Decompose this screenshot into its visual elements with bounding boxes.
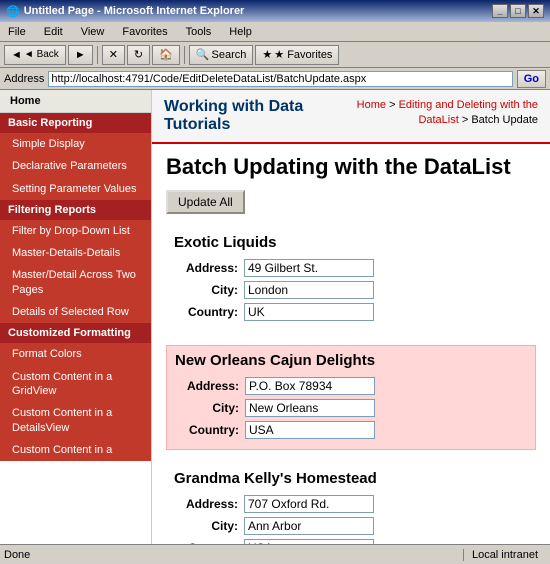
toolbar-separator-1	[97, 46, 98, 64]
city-input[interactable]	[244, 281, 374, 299]
content-area: Home Basic Reporting Simple Display Decl…	[0, 90, 550, 544]
companies-container: Exotic Liquids Address: City: Country: N…	[166, 228, 536, 544]
toolbar: ◄ ◄ Back ► ✕ ↻ 🏠 🔍 Search ★ ★ Favorites	[0, 42, 550, 68]
site-title: Working with Data Tutorials	[164, 98, 317, 134]
country-row: Country:	[175, 421, 527, 439]
city-input[interactable]	[244, 517, 374, 535]
address-input[interactable]	[244, 495, 374, 513]
breadcrumb-home[interactable]: Home	[357, 99, 386, 111]
address-label: Address:	[175, 379, 245, 393]
sidebar-home[interactable]: Home	[0, 90, 151, 113]
go-button[interactable]: Go	[517, 70, 546, 88]
address-row: Address:	[174, 495, 528, 513]
forward-button[interactable]: ►	[68, 45, 93, 65]
country-label: Country:	[174, 305, 244, 319]
menu-tools[interactable]: Tools	[182, 25, 216, 39]
address-input[interactable]	[48, 71, 512, 87]
sidebar-item-format-colors[interactable]: Format Colors	[0, 343, 151, 365]
window-controls[interactable]: _ □ ✕	[492, 4, 544, 18]
breadcrumb-separator-1: >	[389, 99, 398, 111]
company-section: Grandma Kelly's Homestead Address: City:…	[166, 464, 536, 544]
city-row: City:	[174, 517, 528, 535]
company-name: New Orleans Cajun Delights	[175, 352, 527, 369]
country-input[interactable]	[244, 539, 374, 544]
close-button[interactable]: ✕	[528, 4, 544, 18]
country-label: Country:	[174, 541, 244, 544]
address-row: Address:	[175, 377, 527, 395]
menu-edit[interactable]: Edit	[40, 25, 67, 39]
address-label: Address	[4, 73, 44, 85]
menu-file[interactable]: File	[4, 25, 30, 39]
maximize-button[interactable]: □	[510, 4, 526, 18]
sidebar-item-filter-dropdown[interactable]: Filter by Drop-Down List	[0, 220, 151, 242]
refresh-button[interactable]: ↻	[127, 45, 150, 65]
home-button[interactable]: 🏠	[152, 45, 180, 65]
company-section: New Orleans Cajun Delights Address: City…	[166, 345, 536, 450]
city-label: City:	[174, 519, 244, 533]
menu-view[interactable]: View	[77, 25, 109, 39]
country-input[interactable]	[244, 303, 374, 321]
menu-help[interactable]: Help	[225, 25, 256, 39]
country-row: Country:	[174, 303, 528, 321]
address-label: Address:	[174, 497, 244, 511]
toolbar-separator-2	[184, 46, 185, 64]
page-title: Batch Updating with the DataList	[166, 154, 536, 180]
city-label: City:	[174, 283, 244, 297]
page-body: Batch Updating with the DataList Update …	[152, 144, 550, 544]
country-row: Country:	[174, 539, 528, 544]
city-label: City:	[175, 401, 245, 415]
breadcrumb: Home > Editing and Deleting with the Dat…	[317, 98, 538, 129]
sidebar-section-basic-reporting: Basic Reporting	[0, 113, 151, 133]
search-icon: 🔍	[196, 48, 210, 61]
update-all-button[interactable]: Update All	[166, 190, 245, 214]
favorites-icon: ★	[262, 48, 272, 61]
company-name: Grandma Kelly's Homestead	[174, 470, 528, 487]
country-label: Country:	[175, 423, 245, 437]
sidebar-item-master-details[interactable]: Master-Details-Details	[0, 242, 151, 264]
status-zone: Local intranet	[463, 549, 546, 561]
search-button[interactable]: 🔍 Search	[189, 45, 254, 65]
sidebar-item-setting-parameter-values[interactable]: Setting Parameter Values	[0, 178, 151, 200]
menu-favorites[interactable]: Favorites	[118, 25, 171, 39]
city-row: City:	[174, 281, 528, 299]
main-content: Working with Data Tutorials Home > Editi…	[152, 90, 550, 544]
sidebar-section-customized-formatting: Customized Formatting	[0, 323, 151, 343]
city-input[interactable]	[245, 399, 375, 417]
stop-button[interactable]: ✕	[102, 45, 125, 65]
company-name: Exotic Liquids	[174, 234, 528, 251]
address-label: Address:	[174, 261, 244, 275]
address-row: Address:	[174, 259, 528, 277]
city-row: City:	[175, 399, 527, 417]
breadcrumb-separator-2: >	[462, 114, 471, 126]
back-button[interactable]: ◄ ◄ Back	[4, 45, 66, 65]
ie-icon: 🌐	[6, 5, 20, 18]
address-input[interactable]	[245, 377, 375, 395]
address-input[interactable]	[244, 259, 374, 277]
breadcrumb-current: Batch Update	[471, 114, 538, 126]
sidebar-item-custom-detailsview[interactable]: Custom Content in a DetailsView	[0, 402, 151, 439]
titlebar-left: 🌐 Untitled Page - Microsoft Internet Exp…	[6, 5, 244, 18]
favorites-button[interactable]: ★ ★ Favorites	[255, 45, 339, 65]
page-header: Working with Data Tutorials Home > Editi…	[152, 90, 550, 144]
sidebar: Home Basic Reporting Simple Display Decl…	[0, 90, 152, 544]
company-section: Exotic Liquids Address: City: Country:	[166, 228, 536, 331]
menu-bar: File Edit View Favorites Tools Help	[0, 22, 550, 42]
sidebar-item-selected-row[interactable]: Details of Selected Row	[0, 301, 151, 323]
status-bar: Done Local intranet	[0, 544, 550, 564]
minimize-button[interactable]: _	[492, 4, 508, 18]
sidebar-item-custom-content[interactable]: Custom Content in a	[0, 439, 151, 461]
address-bar: Address Go	[0, 68, 550, 90]
window-titlebar: 🌐 Untitled Page - Microsoft Internet Exp…	[0, 0, 550, 22]
window-title: Untitled Page - Microsoft Internet Explo…	[24, 5, 245, 17]
sidebar-item-simple-display[interactable]: Simple Display	[0, 133, 151, 155]
back-icon: ◄	[11, 49, 22, 61]
sidebar-item-custom-gridview[interactable]: Custom Content in a GridView	[0, 366, 151, 403]
sidebar-section-filtering-reports: Filtering Reports	[0, 200, 151, 220]
sidebar-item-master-detail-across[interactable]: Master/Detail Across Two Pages	[0, 264, 151, 301]
country-input[interactable]	[245, 421, 375, 439]
status-text: Done	[4, 549, 455, 561]
sidebar-item-declarative-parameters[interactable]: Declarative Parameters	[0, 155, 151, 177]
